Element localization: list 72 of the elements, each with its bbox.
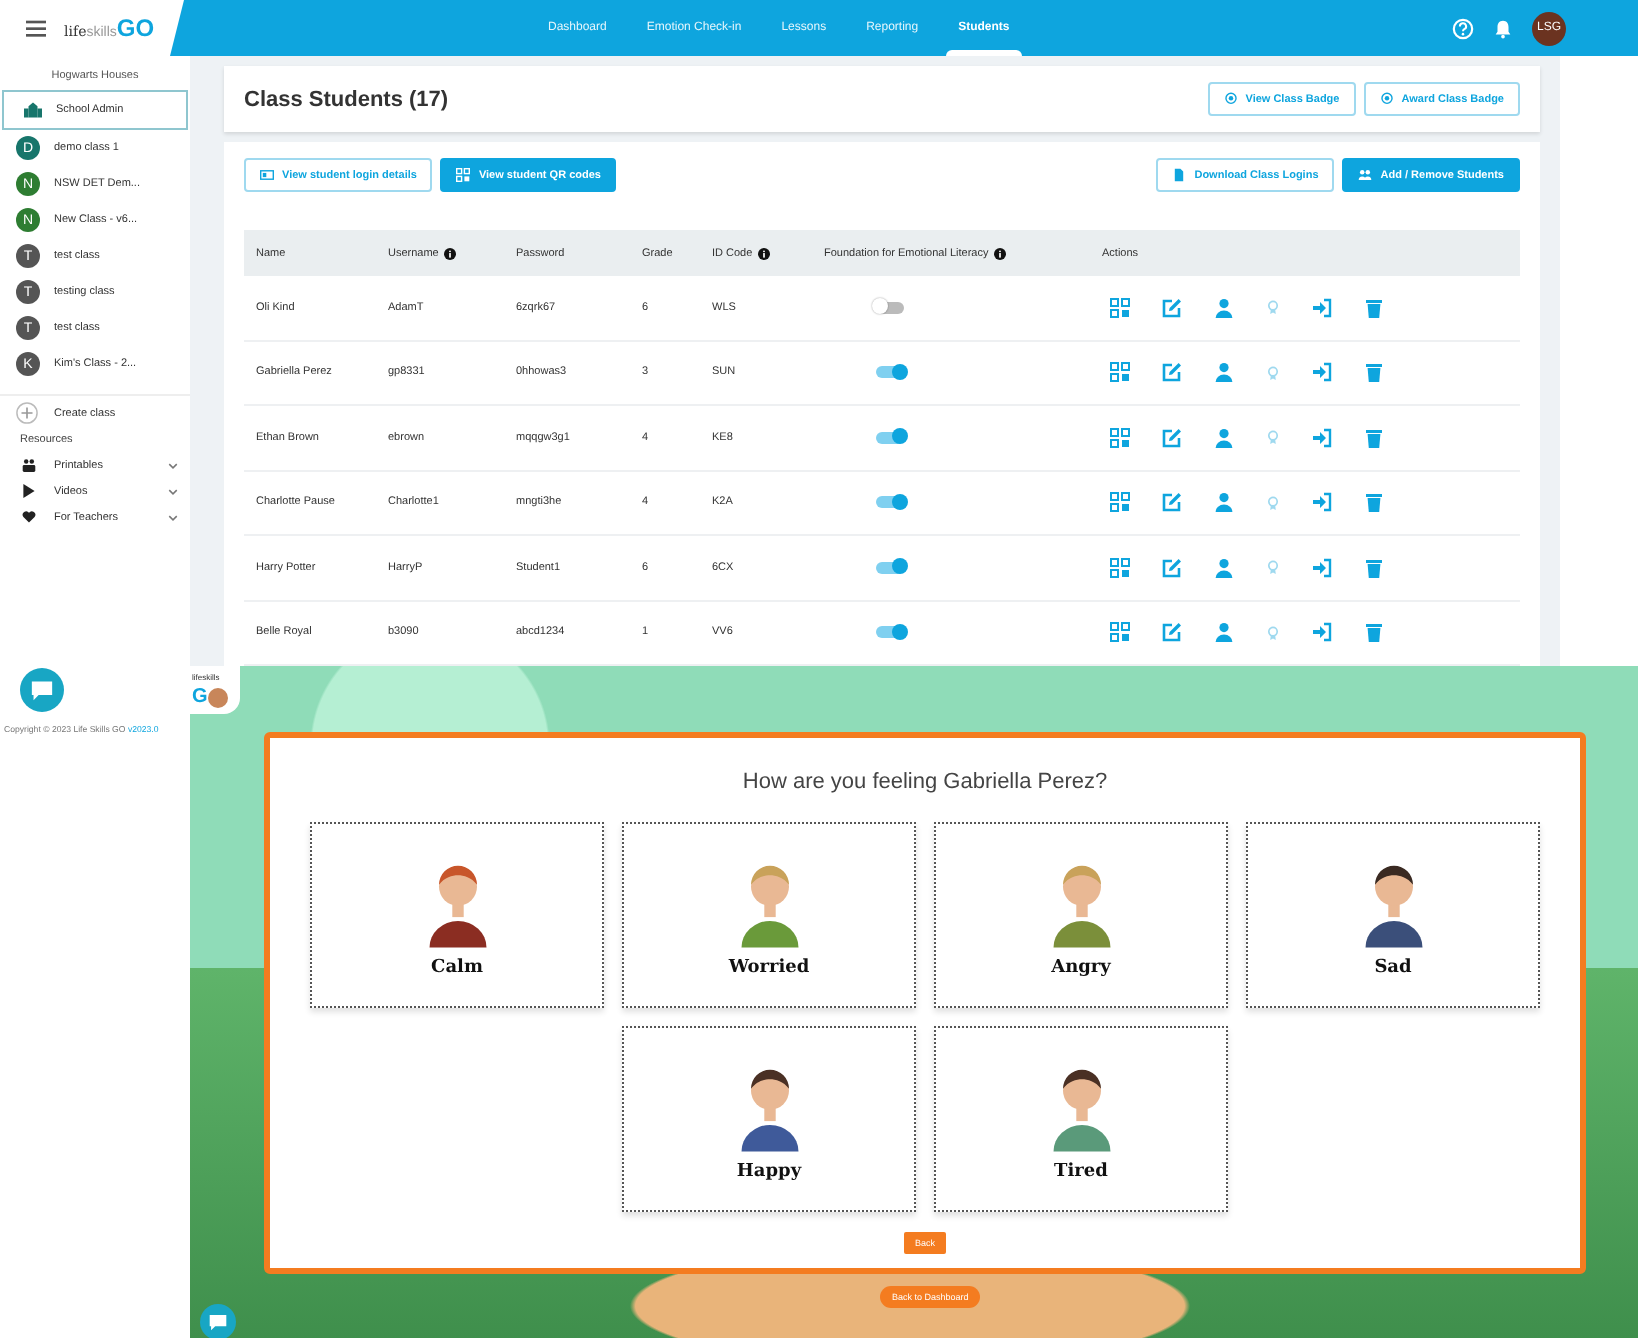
badge-icon[interactable] — [1266, 560, 1280, 575]
qr-code-icon[interactable] — [1110, 297, 1130, 318]
trash-icon[interactable] — [1364, 622, 1384, 643]
chevron-down-icon — [168, 513, 178, 521]
person-icon[interactable] — [1214, 622, 1234, 643]
emotion-card[interactable]: Happy — [622, 1026, 916, 1212]
sign-in-icon[interactable] — [1312, 297, 1332, 318]
qr-code-icon[interactable] — [1110, 557, 1130, 578]
qr-code-icon — [456, 168, 471, 182]
school-icon — [24, 102, 42, 118]
badge-icon — [1223, 92, 1238, 106]
badge-icon[interactable] — [1266, 365, 1280, 380]
emotion-card[interactable]: Worried — [622, 822, 916, 1008]
people-icon — [22, 458, 36, 472]
badge-icon — [1379, 92, 1394, 106]
chat-icon[interactable] — [200, 1304, 236, 1338]
sign-in-icon[interactable] — [1312, 622, 1332, 643]
edit-icon[interactable] — [1162, 492, 1182, 513]
info-icon[interactable] — [994, 247, 1007, 259]
chevron-down-icon — [168, 487, 178, 495]
person-icon[interactable] — [1214, 427, 1234, 448]
sign-in-icon[interactable] — [1312, 427, 1332, 448]
qr-code-icon[interactable] — [1110, 362, 1130, 383]
edit-icon[interactable] — [1162, 427, 1182, 448]
emotion-card[interactable]: Angry — [934, 822, 1228, 1008]
qr-code-icon[interactable] — [1110, 427, 1130, 448]
person-icon[interactable] — [1214, 557, 1234, 578]
document-icon — [1172, 168, 1187, 182]
page-title: Class Students (17) — [244, 87, 449, 111]
edit-icon[interactable] — [1162, 557, 1182, 578]
sign-in-icon[interactable] — [1312, 557, 1332, 578]
edit-icon[interactable] — [1162, 362, 1182, 383]
toggle-switch[interactable] — [876, 626, 904, 639]
help-icon[interactable] — [1452, 17, 1474, 39]
info-icon[interactable] — [444, 247, 457, 259]
sign-in-icon[interactable] — [1312, 362, 1332, 383]
id-card-icon — [260, 168, 274, 182]
person-icon[interactable] — [1214, 492, 1234, 513]
chevron-down-icon — [168, 461, 178, 469]
edit-icon[interactable] — [1162, 622, 1182, 643]
users-icon — [1358, 168, 1373, 182]
info-icon[interactable] — [758, 247, 771, 259]
trash-icon[interactable] — [1364, 427, 1384, 448]
heart-icon — [22, 510, 36, 524]
toggle-switch[interactable] — [876, 561, 904, 574]
edit-icon[interactable] — [1162, 297, 1182, 318]
badge-icon[interactable] — [1266, 625, 1280, 640]
chat-icon[interactable] — [20, 668, 64, 712]
badge-icon[interactable] — [1266, 495, 1280, 510]
trash-icon[interactable] — [1364, 557, 1384, 578]
menu-icon[interactable] — [26, 19, 46, 37]
toggle-switch[interactable] — [876, 366, 904, 379]
badge-icon[interactable] — [1266, 430, 1280, 445]
emotion-card[interactable]: Sad — [1246, 822, 1540, 1008]
toggle-switch[interactable] — [876, 431, 904, 444]
qr-code-icon[interactable] — [1110, 492, 1130, 513]
question-text: How are you feeling Gabriella Perez? — [742, 770, 1108, 798]
trash-icon[interactable] — [1364, 297, 1384, 318]
trash-icon[interactable] — [1364, 362, 1384, 383]
play-icon — [22, 484, 36, 498]
sign-in-icon[interactable] — [1312, 492, 1332, 513]
emotion-card[interactable]: Tired — [934, 1026, 1228, 1212]
person-icon[interactable] — [1214, 297, 1234, 318]
person-icon[interactable] — [1214, 362, 1234, 383]
toggle-switch[interactable] — [876, 496, 904, 509]
plus-icon — [16, 402, 38, 424]
badge-icon[interactable] — [1266, 300, 1280, 315]
qr-code-icon[interactable] — [1110, 622, 1130, 643]
toggle-switch[interactable] — [876, 301, 904, 314]
emotion-card[interactable]: Calm — [310, 822, 604, 1008]
trash-icon[interactable] — [1364, 492, 1384, 513]
bell-icon[interactable] — [1492, 17, 1514, 39]
